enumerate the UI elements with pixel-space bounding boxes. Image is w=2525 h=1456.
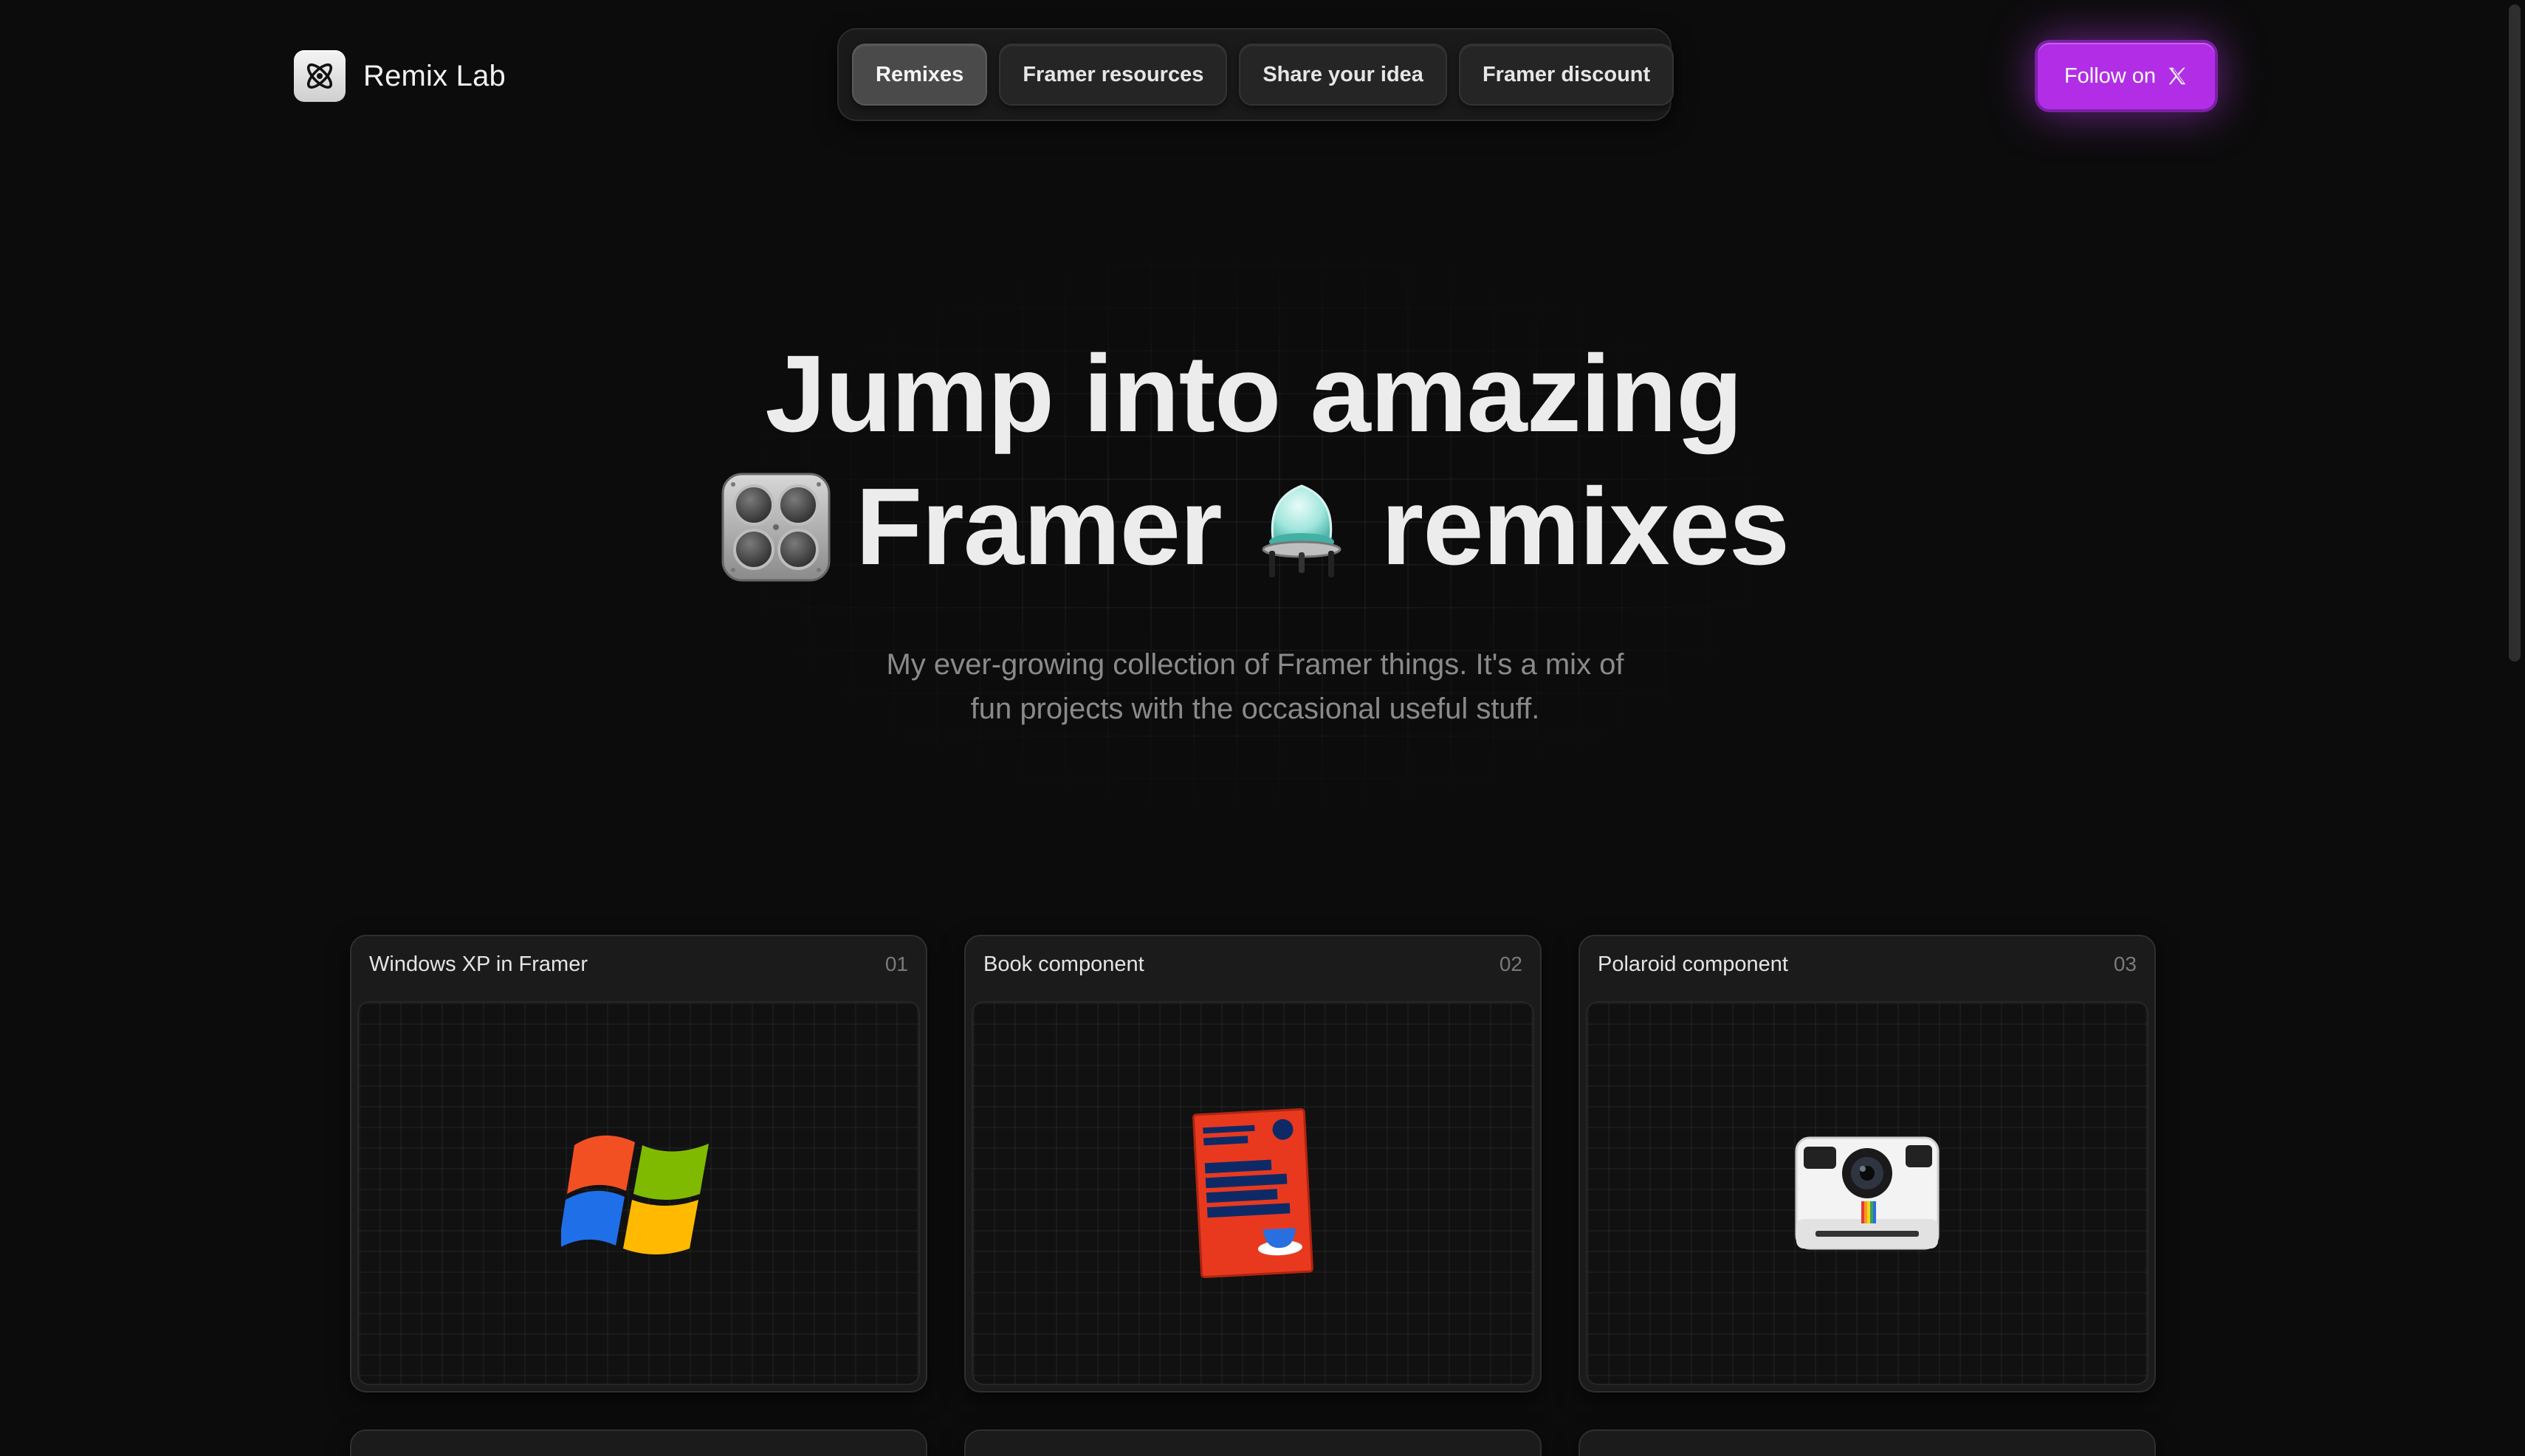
- card-number: 02: [1499, 952, 1522, 975]
- atom-icon: [294, 50, 346, 102]
- dice-button-icon: [718, 470, 834, 585]
- nav-item-framer-resources[interactable]: Framer resources: [999, 44, 1228, 106]
- top-nav: Remixes Framer resources Share your idea…: [837, 28, 1674, 121]
- nav-item-framer-discount[interactable]: Framer discount: [1458, 44, 1674, 106]
- hero-subtitle: My ever-growing collection of Framer thi…: [775, 642, 1735, 731]
- hero-subtitle-line-2: fun projects with the occasional useful …: [970, 693, 1540, 725]
- scrollbar-thumb[interactable]: [2509, 4, 2521, 662]
- scrollbar-track[interactable]: [2504, 0, 2525, 1456]
- card-preview: [972, 1001, 1534, 1385]
- card-header: Polaroid component 03: [1580, 936, 2154, 992]
- brand-logo[interactable]: Remix Lab: [294, 50, 506, 102]
- hero-title-line-2: Framer remixes: [0, 470, 2507, 585]
- hero-title-line-1: Jump into amazing: [765, 333, 1742, 455]
- card-preview: [1586, 1001, 2148, 1385]
- follow-on-x-button[interactable]: Follow on: [2035, 40, 2218, 112]
- follow-label: Follow on: [2064, 63, 2157, 88]
- remix-card-next-row-2[interactable]: [964, 1429, 1542, 1456]
- nav-item-remixes[interactable]: Remixes: [852, 44, 988, 106]
- flask-icon: [1244, 470, 1359, 585]
- card-title: Windows XP in Framer: [369, 952, 588, 976]
- remix-card-book[interactable]: Book component 02: [964, 935, 1542, 1393]
- card-header: Windows XP in Framer 01: [351, 936, 926, 992]
- remix-card-polaroid[interactable]: Polaroid component 03: [1578, 935, 2156, 1393]
- hero-word-framer: Framer: [855, 466, 1223, 588]
- remix-card-next-row-1[interactable]: [350, 1429, 927, 1456]
- brand-name: Remix Lab: [363, 59, 506, 92]
- remix-card-windows-xp[interactable]: Windows XP in Framer 01: [350, 935, 927, 1393]
- x-logo-icon: [2168, 67, 2186, 85]
- card-title: Polaroid component: [1598, 952, 1788, 976]
- remix-card-next-row-3[interactable]: [1578, 1429, 2156, 1456]
- nav-item-share-your-idea[interactable]: Share your idea: [1239, 44, 1447, 106]
- card-header: Book component 02: [966, 936, 1540, 992]
- card-preview: [357, 1001, 920, 1385]
- windows-logo-icon: [561, 1135, 709, 1254]
- book-icon: [1192, 1108, 1313, 1279]
- card-number: 01: [884, 952, 908, 975]
- hero-subtitle-line-1: My ever-growing collection of Framer thi…: [886, 648, 1624, 681]
- polaroid-camera-icon: [1795, 1136, 1940, 1250]
- card-title: Book component: [983, 952, 1144, 976]
- card-number: 03: [2113, 952, 2137, 975]
- hero-word-remixes: remixes: [1381, 466, 1790, 588]
